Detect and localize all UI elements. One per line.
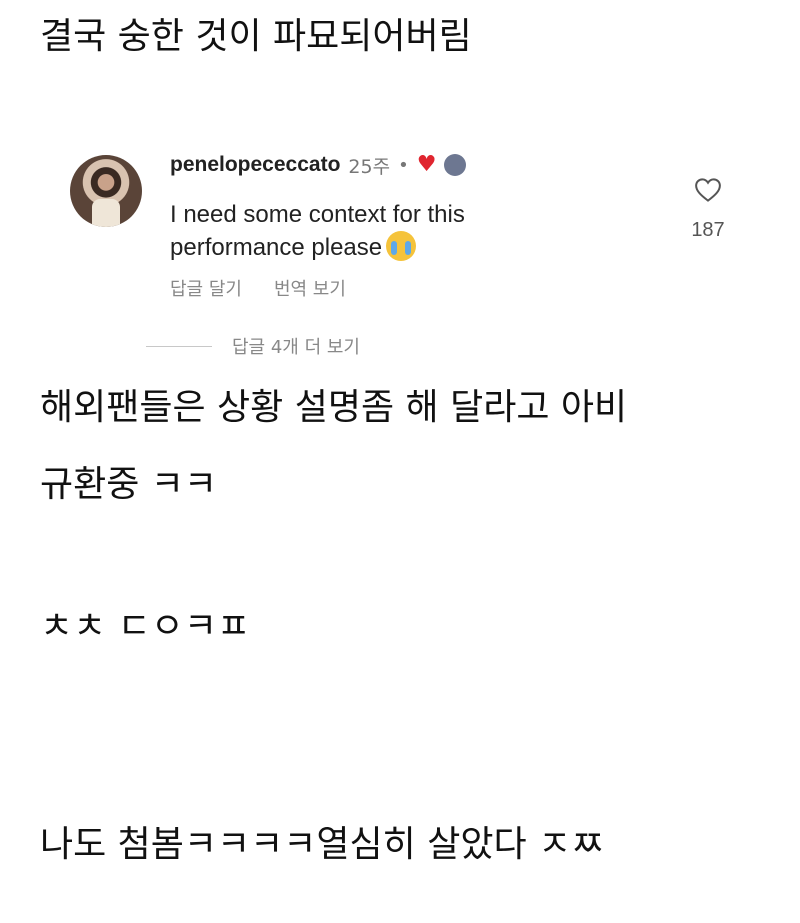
paragraph-1-line-1: 해외팬들은 상황 설명좀 해 달라고 아비 xyxy=(40,387,628,428)
comment-header: penelopececcato 25주 • ♥ xyxy=(170,150,467,180)
heart-outline-icon[interactable] xyxy=(693,175,723,205)
like-count: 187 xyxy=(691,219,725,241)
post-heading: 결국 숭한 것이 파묘되어버림 xyxy=(40,16,472,57)
view-replies-label[interactable]: 답글 4개 더 보기 xyxy=(232,333,360,359)
meta-separator: • xyxy=(398,154,409,176)
paragraph-1-line-2: 규환중 ㅋㅋ xyxy=(40,464,218,505)
translate-button[interactable]: 번역 보기 xyxy=(274,275,346,301)
reply-button[interactable]: 답글 달기 xyxy=(170,275,242,301)
avatar[interactable] xyxy=(70,155,142,227)
creator-avatar-icon xyxy=(444,154,467,176)
comment-body: I need some context for this performance… xyxy=(170,198,590,264)
comment-username[interactable]: penelopececcato xyxy=(170,153,340,177)
comment-actions: 답글 달기 번역 보기 xyxy=(170,275,346,301)
avatar-figure xyxy=(92,199,120,227)
like-area: 187 xyxy=(680,175,736,242)
view-replies[interactable]: 답글 4개 더 보기 xyxy=(146,333,360,359)
comment-time: 25주 xyxy=(348,155,391,178)
replies-divider xyxy=(146,345,212,347)
paragraph-2: ㅊㅊ ㄷㅇㅋㅍ xyxy=(40,606,251,647)
heart-icon: ♥ xyxy=(416,152,437,177)
comment-screenshot: penelopececcato 25주 • ♥ I need some cont… xyxy=(60,130,750,370)
crying-face-emoji-icon xyxy=(386,231,417,261)
paragraph-3: 나도 첨봄ㅋㅋㅋㅋ열심히 살았다 ㅈㅉ xyxy=(40,824,605,865)
comment-text: I need some context for this performance… xyxy=(170,201,465,261)
